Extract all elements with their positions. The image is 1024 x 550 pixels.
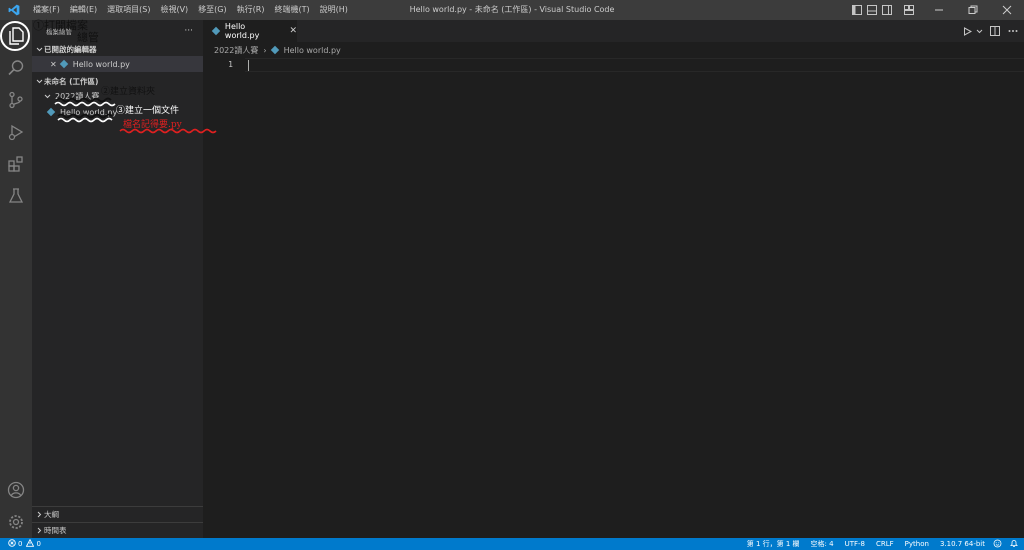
annotation-filename-py: 檔名記得要.py [123, 120, 182, 130]
annotation-create-file: ③建立一個文件 [116, 106, 180, 116]
explorer-highlight-circle [0, 21, 30, 51]
annotation-explorer: 總管 [77, 31, 99, 44]
folder-underline-white [54, 101, 116, 107]
annotation-overlay [0, 21, 217, 134]
annotation-create-folder: ②建立資料夾 [101, 87, 156, 97]
file-underline-white [57, 117, 113, 123]
file-underline-black [57, 113, 113, 119]
folder-underline-black [56, 97, 112, 103]
